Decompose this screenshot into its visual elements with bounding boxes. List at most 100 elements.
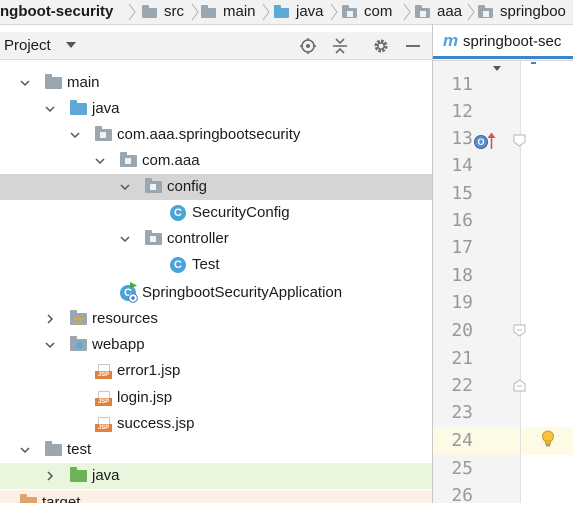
package-icon [95,126,112,143]
tree-node-label: java [92,467,120,484]
run-marker-icon [130,282,137,289]
folder-icon [45,441,62,458]
tree-node-label: com.aaa [142,152,200,169]
locate-target-icon[interactable] [299,37,317,55]
package-icon [120,152,137,169]
maven-icon: m [443,31,459,50]
chevron-down-icon[interactable] [20,445,30,455]
tree-node-label: webapp [92,336,145,353]
tree-node-label: success.jsp [117,415,195,432]
tree-node-login-jsp[interactable]: JSP login.jsp [0,385,432,411]
chevron-down-icon[interactable] [45,340,55,350]
chevron-down-icon[interactable] [45,104,55,114]
chevron-down-icon[interactable] [20,78,30,88]
test-source-folder-icon [70,467,87,484]
line-number: 11 [451,74,473,95]
tree-node-error1-jsp[interactable]: JSP error1.jsp [0,358,432,384]
jsp-file-icon: JSP [95,363,112,379]
line-number: 19 [451,292,473,313]
breadcrumb-java-label: java [296,3,324,20]
hide-panel-icon[interactable] [404,37,422,55]
editor-tab-pom[interactable]: m springboot-sec [433,25,573,59]
tree-node-test-folder[interactable]: test [0,437,432,463]
package-icon [478,5,494,18]
tree-node-config[interactable]: config [0,174,432,200]
line-number: 18 [451,265,473,286]
tree-node-webapp[interactable]: webapp [0,332,432,358]
web-folder-icon [70,336,87,353]
line-number: 15 [451,183,473,204]
tree-node-label: controller [167,230,229,247]
chevron-right-icon[interactable] [45,471,55,481]
chevron-down-icon[interactable] [120,182,130,192]
chevron-down-icon[interactable] [120,234,130,244]
tree-node-securityconfig[interactable]: C SecurityConfig [0,200,432,226]
line-number: 13 [451,128,473,149]
tree-node-package-springbootsecurity[interactable]: com.aaa.springbootsecurity [0,122,432,148]
chevron-right-icon [330,3,338,21]
tree-node-label: resources [92,310,158,327]
tree-node-success-jsp[interactable]: JSP success.jsp [0,411,432,437]
line-number: 23 [451,402,473,423]
folder-icon [142,5,158,18]
tree-node-label: login.jsp [117,389,173,406]
chevron-right-icon[interactable] [45,314,55,324]
fold-marker-icon[interactable] [513,134,526,147]
breadcrumb-main[interactable]: main [201,0,256,24]
breadcrumb-springboot[interactable]: springboo [478,0,566,24]
tree-node-java[interactable]: java [0,96,432,122]
lightbulb-icon[interactable] [541,430,555,448]
project-tree: main java com.aaa.springbootsecurity com… [0,60,432,503]
chevron-down-icon[interactable] [66,42,76,48]
tree-node-label: error1.jsp [117,362,181,379]
fold-marker-icon[interactable] [513,379,526,392]
jsp-file-icon: JSP [95,416,112,432]
collapse-all-icon[interactable] [331,37,349,55]
tree-node-package-com-aaa[interactable]: com.aaa [0,148,432,174]
tree-node-controller[interactable]: controller [0,226,432,252]
breadcrumb-project[interactable]: ngboot-security [0,0,113,24]
breadcrumb-java[interactable]: java [274,0,324,24]
line-number: 17 [451,237,473,258]
tree-node-test-class[interactable]: C Test [0,252,432,278]
tree-node-label: test [67,441,92,458]
tree-node-label: target [42,494,81,503]
chevron-right-icon [191,3,199,21]
breadcrumb-main-label: main [223,3,256,20]
chevron-right-icon [128,3,136,21]
tree-node-test-java[interactable]: java [0,463,432,489]
arrow-up-icon [487,132,496,149]
tree-node-label: com.aaa.springbootsecurity [117,126,301,143]
tree-node-label: java [92,100,120,117]
line-number: 20 [451,320,473,341]
tree-node-application-class[interactable]: C SpringbootSecurityApplication [0,280,432,306]
override-method-icon[interactable]: O [474,132,498,150]
breadcrumb-src[interactable]: src [142,0,184,24]
breadcrumb-com-label: com [364,3,393,20]
tree-node-label: main [67,74,100,91]
line-number: 14 [451,155,473,176]
tree-node-resources[interactable]: resources [0,306,432,332]
chevron-down-icon[interactable] [70,130,80,140]
breadcrumb-springboot-label: springboo [500,3,566,20]
chevron-down-icon [493,66,501,71]
tree-node-target[interactable]: target [0,490,432,503]
editor-tab-label: springboot-sec [463,33,562,50]
tree-node-main[interactable]: main [0,70,432,96]
navigation-bar: ngboot-security src main java com aaa sp… [0,0,573,25]
editor-tabs: m springboot-sec [433,25,573,61]
line-number: 12 [451,101,473,122]
project-view-selector[interactable]: Project [4,32,51,59]
code-caret-fragment [531,62,536,64]
chevron-down-icon[interactable] [95,156,105,166]
package-icon [145,178,162,195]
breadcrumb-aaa[interactable]: aaa [415,0,462,24]
gear-icon[interactable] [372,37,390,55]
chevron-right-icon [467,3,475,21]
tree-node-label: SpringbootSecurityApplication [142,284,343,301]
package-icon [342,5,358,18]
class-icon: C [170,257,187,273]
fold-marker-icon[interactable] [513,324,526,337]
breadcrumb-com[interactable]: com [342,0,392,24]
line-number: 26 [451,485,473,506]
